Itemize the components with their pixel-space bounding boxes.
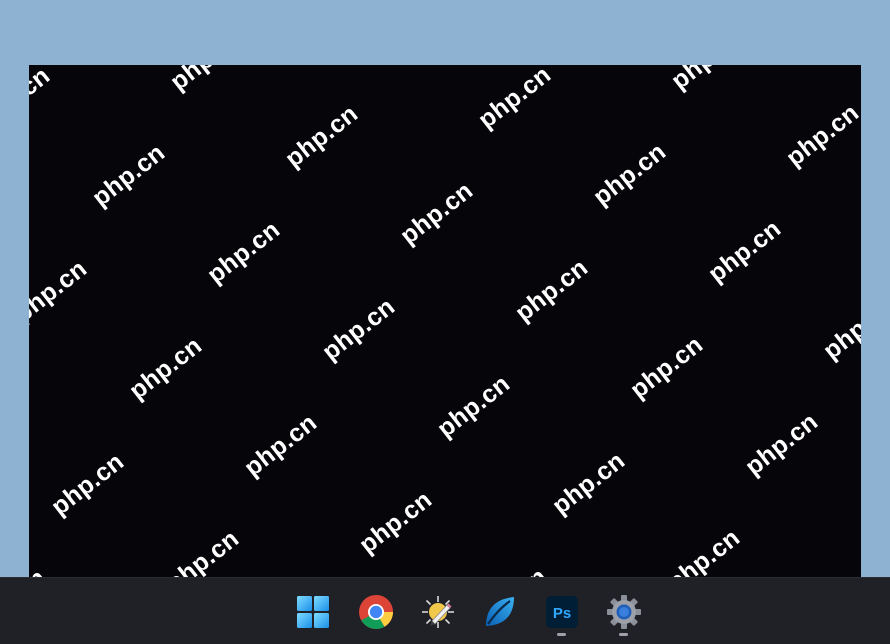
gear-icon xyxy=(606,594,642,630)
leaf-app-button[interactable] xyxy=(480,592,520,632)
watermark-text: php.cn xyxy=(29,65,56,136)
chrome-button[interactable] xyxy=(356,592,396,632)
watermark-text: php.cn xyxy=(818,291,861,366)
watermark-text: php.cn xyxy=(781,98,861,173)
watermark-text: php.cn xyxy=(547,446,631,521)
watermark-text: php.cn xyxy=(855,484,861,559)
watermark-text: php.cn xyxy=(87,138,171,213)
photo-viewer-button[interactable] xyxy=(418,592,458,632)
photoshop-icon: Ps xyxy=(545,595,579,629)
watermark-text: php.cn xyxy=(29,563,52,578)
watermark-text: php.cn xyxy=(625,330,709,405)
watermark-text: php.cn xyxy=(239,408,323,483)
settings-button[interactable] xyxy=(604,592,644,632)
watermark-text: php.cn xyxy=(202,215,286,290)
chrome-icon xyxy=(358,594,394,630)
photoshop-label: Ps xyxy=(553,605,571,622)
watermark-text: php.cn xyxy=(280,99,364,174)
start-button[interactable] xyxy=(293,592,333,632)
watermark-text: php.cn xyxy=(165,65,249,97)
pencil-sun-icon xyxy=(420,594,456,630)
watermark-text: php.cn xyxy=(354,485,438,560)
watermark-text: php.cn xyxy=(469,562,553,578)
leaf-icon xyxy=(482,594,518,630)
windows-logo-icon xyxy=(296,595,330,629)
watermark-text: php.cn xyxy=(161,524,245,578)
watermark-text: php.cn xyxy=(703,214,787,289)
watermark-text: php.cn xyxy=(124,331,208,406)
watermark-text: php.cn xyxy=(29,254,93,329)
watermark-text: php.cn xyxy=(473,65,557,135)
watermark-text: php.cn xyxy=(432,369,516,444)
taskbar: Ps xyxy=(0,577,890,644)
watermark-text: php.cn xyxy=(317,292,401,367)
watermark-text: php.cn xyxy=(395,176,479,251)
screen-content: php.cn php.cn php.cn php.cn php.cn php.cn php.… xyxy=(29,65,861,578)
watermark-text: php.cn xyxy=(510,253,594,328)
watermark-text: php.cn xyxy=(46,447,130,522)
watermark-text: php.cn xyxy=(588,137,672,212)
photoshop-running-indicator xyxy=(557,633,566,636)
watermark-text: php.cn xyxy=(740,407,824,482)
photoshop-button[interactable]: Ps xyxy=(542,592,582,632)
watermark-text: php.cn xyxy=(662,523,746,578)
watermark-text: php.cn xyxy=(666,65,750,96)
settings-running-indicator xyxy=(619,633,628,636)
